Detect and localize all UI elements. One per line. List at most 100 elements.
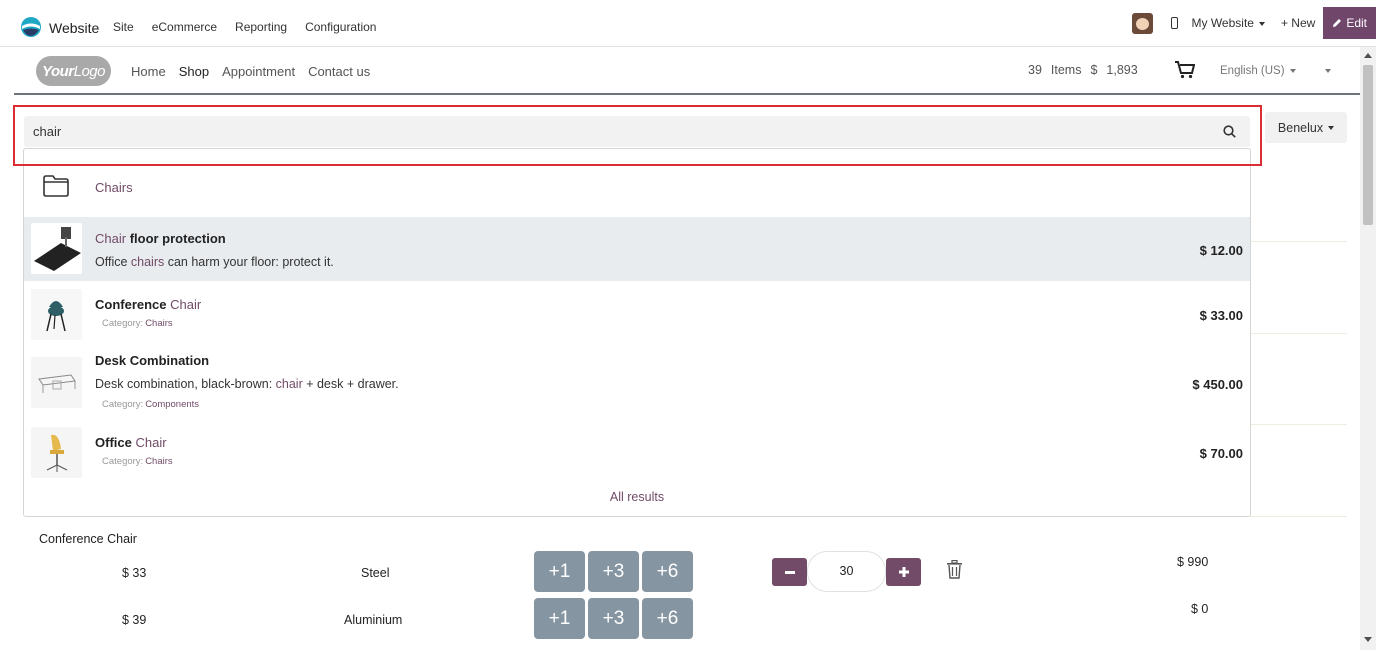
category-label: Category: bbox=[102, 456, 144, 467]
app-name[interactable]: Website bbox=[49, 20, 99, 36]
search-icon[interactable] bbox=[1223, 125, 1236, 138]
result-title-text: Conference bbox=[95, 297, 171, 312]
cart-product-name: Conference Chair bbox=[39, 532, 137, 546]
result-title: Chair floor protection bbox=[95, 231, 226, 246]
cart-items-label: Items bbox=[1050, 63, 1082, 77]
pencil-icon bbox=[1333, 19, 1342, 27]
all-results-link[interactable]: All results bbox=[24, 490, 1250, 504]
desc-text: + desk + drawer. bbox=[302, 377, 399, 391]
result-description: Desk combination, black-brown: chair + d… bbox=[95, 377, 399, 391]
logo-text-bold: Your bbox=[42, 62, 74, 80]
cart-summary[interactable]: 39 Items $ 1,893 bbox=[1028, 63, 1147, 77]
site-header: Your Logo Home Shop Appointment Contact u… bbox=[14, 47, 1360, 95]
search-autocomplete-dropdown: Chairs Chair floor protection Office cha… bbox=[23, 148, 1251, 517]
search-result-item[interactable]: Office Chair Category: Chairs $ 70.00 bbox=[24, 421, 1250, 483]
menu-ecommerce[interactable]: eCommerce bbox=[152, 20, 217, 34]
result-title-highlight: Chair bbox=[95, 231, 127, 246]
result-price: $ 33.00 bbox=[1199, 308, 1243, 323]
top-menu: Site eCommerce Reporting Configuration bbox=[113, 20, 394, 34]
decrease-qty-button[interactable] bbox=[772, 558, 807, 586]
mobile-preview-icon[interactable] bbox=[1171, 17, 1179, 29]
nav-home[interactable]: Home bbox=[131, 64, 166, 79]
folder-icon bbox=[43, 175, 69, 197]
quantity-input[interactable]: 30 bbox=[807, 551, 886, 592]
search-result-item[interactable]: Chair floor protection Office chairs can… bbox=[24, 217, 1250, 281]
minus-icon bbox=[784, 570, 795, 574]
add-6-button[interactable]: +6 bbox=[642, 598, 693, 639]
add-1-button[interactable]: +1 bbox=[534, 551, 585, 592]
my-website-label: My Website bbox=[1191, 16, 1254, 30]
result-title-rest: floor protection bbox=[126, 231, 226, 246]
nav-appointment[interactable]: Appointment bbox=[222, 64, 295, 79]
menu-reporting[interactable]: Reporting bbox=[235, 20, 287, 34]
new-button[interactable]: + New bbox=[1281, 16, 1315, 30]
edit-label: Edit bbox=[1346, 16, 1367, 30]
result-title: Conference Chair bbox=[95, 297, 201, 312]
row-price: $ 33 bbox=[122, 566, 147, 580]
user-menu-chevron-icon[interactable] bbox=[1325, 69, 1331, 73]
row-material: Steel bbox=[361, 566, 390, 580]
divider bbox=[1250, 516, 1347, 517]
row-material: Aluminium bbox=[344, 613, 403, 627]
search-input[interactable] bbox=[24, 116, 1204, 147]
search-bar bbox=[24, 116, 1250, 147]
my-website-dropdown[interactable]: My Website bbox=[1191, 16, 1265, 30]
scroll-up-arrow-icon[interactable] bbox=[1364, 53, 1372, 58]
result-title-text: Office bbox=[95, 435, 136, 450]
add-3-button[interactable]: +3 bbox=[588, 551, 639, 592]
add-1-button[interactable]: +1 bbox=[534, 598, 585, 639]
category-value: Chairs bbox=[145, 318, 173, 329]
page-scrollbar[interactable] bbox=[1360, 47, 1376, 650]
add-6-button[interactable]: +6 bbox=[642, 551, 693, 592]
result-description: Office chairs can harm your floor: prote… bbox=[95, 255, 334, 269]
cart-currency: $ bbox=[1090, 63, 1098, 77]
menu-site[interactable]: Site bbox=[113, 20, 134, 34]
product-thumbnail bbox=[31, 289, 82, 340]
scroll-down-arrow-icon[interactable] bbox=[1364, 637, 1372, 642]
menu-configuration[interactable]: Configuration bbox=[305, 20, 376, 34]
desc-text: Desk combination, black-brown: bbox=[95, 377, 276, 391]
search-result-item[interactable]: Conference Chair Category: Chairs $ 33.00 bbox=[24, 281, 1250, 341]
site-nav: Home Shop Appointment Contact us bbox=[131, 64, 383, 79]
site-logo[interactable]: Your Logo bbox=[36, 56, 111, 86]
cart-total: 1,893 bbox=[1106, 63, 1138, 77]
search-result-item[interactable]: Desk Combination Desk combination, black… bbox=[24, 345, 1250, 421]
topbar-right: My Website + New Edit bbox=[1132, 0, 1376, 46]
result-category: Category: Components bbox=[102, 399, 199, 410]
result-price: $ 70.00 bbox=[1199, 446, 1243, 461]
trash-icon[interactable] bbox=[946, 560, 963, 579]
result-title: Desk Combination bbox=[95, 353, 210, 368]
category-value: Chairs bbox=[145, 456, 173, 467]
chevron-down-icon bbox=[1258, 21, 1265, 26]
product-thumbnail bbox=[31, 427, 82, 478]
desc-highlight: chair bbox=[275, 377, 303, 391]
website-app-icon[interactable] bbox=[21, 17, 41, 37]
desc-text: can harm your floor: protect it. bbox=[164, 255, 334, 269]
result-price: $ 450.00 bbox=[1192, 377, 1243, 392]
nav-shop[interactable]: Shop bbox=[179, 64, 209, 79]
language-selector[interactable]: English (US) bbox=[1220, 65, 1296, 77]
product-thumbnail bbox=[31, 223, 82, 274]
scrollbar-thumb[interactable] bbox=[1363, 65, 1373, 225]
plus-icon bbox=[898, 567, 909, 577]
divider bbox=[1250, 241, 1347, 242]
edit-button[interactable]: Edit bbox=[1323, 7, 1376, 39]
divider bbox=[1250, 333, 1347, 334]
cart-icon[interactable] bbox=[1175, 61, 1195, 79]
add-3-button[interactable]: +3 bbox=[588, 598, 639, 639]
category-result[interactable]: Chairs bbox=[24, 149, 1250, 217]
nav-contact-us[interactable]: Contact us bbox=[308, 64, 370, 79]
language-label: English (US) bbox=[1220, 65, 1285, 77]
avatar[interactable] bbox=[1132, 12, 1154, 34]
row-price: $ 39 bbox=[122, 613, 147, 627]
chevron-down-icon bbox=[1328, 125, 1335, 130]
divider bbox=[1250, 424, 1347, 425]
increase-qty-button[interactable] bbox=[886, 558, 921, 586]
category-result-label: Chairs bbox=[95, 180, 133, 195]
chevron-down-icon bbox=[1289, 68, 1296, 73]
odoo-topbar: Website Site eCommerce Reporting Configu… bbox=[0, 0, 1376, 47]
pricelist-dropdown[interactable]: Benelux bbox=[1265, 112, 1347, 143]
pricelist-label: Benelux bbox=[1277, 120, 1324, 135]
product-thumbnail bbox=[31, 357, 82, 408]
result-title: Office Chair bbox=[95, 435, 167, 450]
